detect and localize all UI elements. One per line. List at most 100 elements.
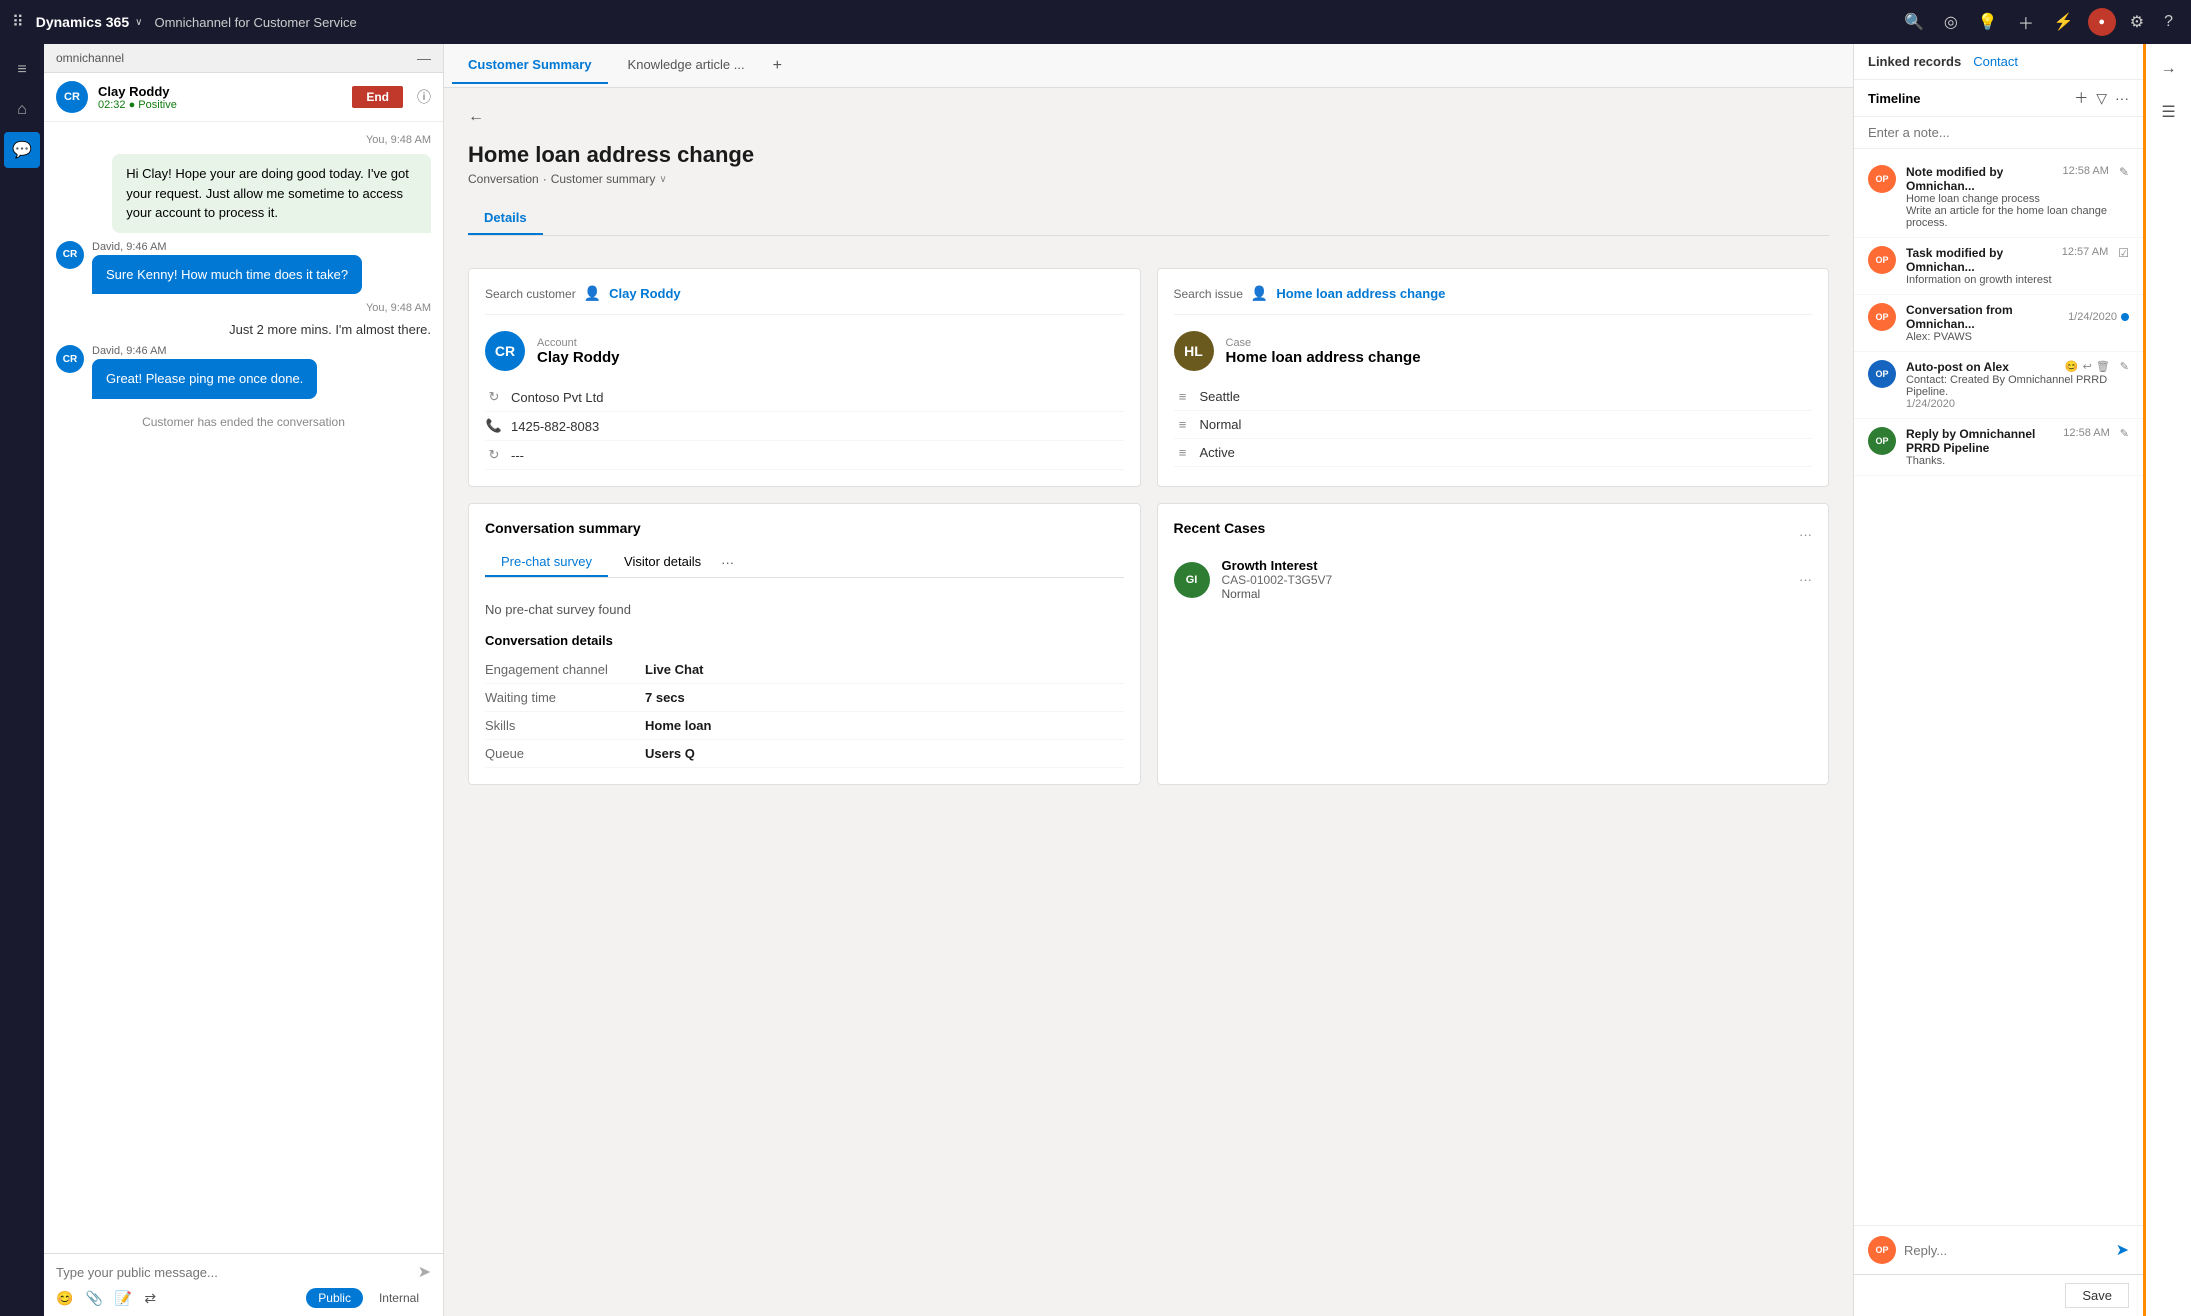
customer-company-row: ↻ Contoso Pvt Ltd <box>485 383 1124 412</box>
case-user-row: HL Case Home loan address change <box>1174 331 1813 371</box>
tl-time-3: 1/24/2020 <box>2068 311 2117 323</box>
add-icon[interactable]: ＋ <box>2018 10 2034 34</box>
tab-customer-summary[interactable]: Customer Summary <box>452 47 608 84</box>
brand-logo[interactable]: Dynamics 365 ∨ <box>36 14 143 30</box>
skills-value: Home loan <box>645 718 711 733</box>
tl-action-5[interactable]: ✎ <box>2120 427 2129 467</box>
recent-cases-card: Recent Cases ··· GI Growth Interest CAS-… <box>1157 503 1830 785</box>
reply-send-icon[interactable]: ➤ <box>2116 1240 2129 1260</box>
tl-delete-4[interactable]: 🗑 <box>2096 360 2110 373</box>
breadcrumb-chevron-icon: ∨ <box>659 174 666 185</box>
tl-avatar-1: OP <box>1868 165 1896 193</box>
visitor-details-tab[interactable]: Visitor details <box>608 548 717 577</box>
message-bubble-4: Great! Please ping me once done. <box>92 359 317 399</box>
user-avatar[interactable]: ● <box>2088 8 2116 36</box>
message-timestamp-1: You, 9:48 AM <box>56 134 431 146</box>
no-survey-text: No pre-chat survey found <box>485 594 1124 633</box>
far-right-list-icon[interactable]: ☰ <box>2153 94 2183 130</box>
linked-records-contact[interactable]: Contact <box>1973 54 2018 69</box>
tab-knowledge-article[interactable]: Knowledge article ... <box>612 47 761 84</box>
recent-cases-more[interactable]: ··· <box>1799 527 1812 542</box>
reply-input[interactable] <box>1904 1243 2116 1258</box>
favorites-icon[interactable]: ◎ <box>1944 12 1958 32</box>
conversation-panel: omnichannel — CR Clay Roddy 02:32 ● Posi… <box>44 44 444 1316</box>
note-input-area <box>1854 117 2143 149</box>
question-icon[interactable]: ? <box>2164 13 2173 31</box>
case-avatar: HL <box>1174 331 1214 371</box>
breadcrumb: Conversation · Customer summary ∨ <box>468 172 1829 186</box>
message-2: CR David, 9:46 AM Sure Kenny! How much t… <box>56 241 431 295</box>
side-home-icon[interactable]: ⌂ <box>4 92 40 128</box>
kb-icon[interactable]: 📝 <box>115 1290 132 1307</box>
message-avatar-cr: CR <box>56 241 84 269</box>
conversation-collapse-icon[interactable]: — <box>417 50 431 66</box>
side-chat-icon[interactable]: 💬 <box>4 132 40 168</box>
end-button[interactable]: End <box>352 86 403 108</box>
reply-row: OP ➤ <box>1868 1236 2129 1264</box>
location-icon: ≡ <box>1174 389 1192 404</box>
tl-content-3: Conversation from Omnichan... 1/24/2020 … <box>1906 303 2129 343</box>
tl-title-4: Auto-post on Alex <box>1906 360 2009 374</box>
search-issue-label: Search issue <box>1174 287 1243 301</box>
far-right-sidebar: → ☰ <box>2143 44 2191 1316</box>
settings-icon[interactable]: ⚙ <box>2130 12 2144 32</box>
chat-input[interactable] <box>56 1265 410 1280</box>
case-location: Seattle <box>1200 389 1240 404</box>
app-menu-icon[interactable]: ⠿ <box>12 12 24 32</box>
contact-meta: 02:32 ● Positive <box>98 99 342 111</box>
attachment-icon[interactable]: 📎 <box>85 1290 102 1307</box>
tabs-bar: Customer Summary Knowledge article ... + <box>444 44 1853 88</box>
case-priority: Normal <box>1200 417 1242 432</box>
tl-title-row-4: Auto-post on Alex 😊 ↩ 🗑 <box>1906 360 2110 374</box>
far-right-expand-icon[interactable]: → <box>2153 52 2185 86</box>
timeline-add-icon[interactable]: ＋ <box>2074 88 2088 108</box>
send-icon[interactable]: ➤ <box>418 1262 431 1282</box>
internal-mode-button[interactable]: Internal <box>367 1288 431 1308</box>
tl-reply-4[interactable]: ↩ <box>2083 360 2092 373</box>
save-button[interactable]: Save <box>2065 1283 2129 1308</box>
case-item-more[interactable]: ··· <box>1799 572 1812 587</box>
message-timestamp-3: You, 9:48 AM <box>56 302 431 314</box>
tl-action-1[interactable]: ✎ <box>2119 165 2129 229</box>
conv-tabs-more[interactable]: ··· <box>721 555 734 570</box>
help-tips-icon[interactable]: 💡 <box>1978 12 1998 32</box>
customer-phone: 1425-882-8083 <box>511 419 599 434</box>
reply-area: OP ➤ <box>1854 1225 2143 1274</box>
pre-chat-survey-tab[interactable]: Pre-chat survey <box>485 548 608 577</box>
chat-input-row: ➤ <box>56 1262 431 1282</box>
case-card: Search issue 👤 Home loan address change … <box>1157 268 1830 487</box>
tl-date-4: 1/24/2020 <box>1906 398 2110 410</box>
timeline-filter-icon[interactable]: ▽ <box>2096 90 2107 107</box>
side-menu-icon[interactable]: ≡ <box>4 52 40 88</box>
message-4: CR David, 9:46 AM Great! Please ping me … <box>56 345 431 399</box>
tl-emoji-4[interactable]: 😊 <box>2065 360 2079 373</box>
tl-content-5: Reply by Omnichannel PRRD Pipeline 12:58… <box>1906 427 2110 467</box>
filter-icon[interactable]: ⚡ <box>2054 12 2074 32</box>
customer-extra-row: ↻ --- <box>485 441 1124 470</box>
add-tab-button[interactable]: + <box>765 49 790 83</box>
tl-title-row-1: Note modified by Omnichan... 12:58 AM <box>1906 165 2109 193</box>
details-tab[interactable]: Details <box>468 202 543 235</box>
cards-row: Search customer 👤 Clay Roddy CR Account … <box>468 268 1829 487</box>
public-mode-button[interactable]: Public <box>306 1288 363 1308</box>
message-1: Hi Clay! Hope your are doing good today.… <box>56 154 431 233</box>
note-input[interactable] <box>1868 125 2129 140</box>
message-3: Just 2 more mins. I'm almost there. <box>56 322 431 337</box>
info-icon[interactable]: ⓘ <box>417 87 431 107</box>
tl-subtitle-5: Thanks. <box>1906 455 2110 467</box>
tl-title-row-2: Task modified by Omnichan... 12:57 AM <box>1906 246 2108 274</box>
breadcrumb-customer-summary[interactable]: Customer summary <box>551 172 656 186</box>
transfer-icon[interactable]: ⇄ <box>144 1290 156 1307</box>
emoji-icon[interactable]: 😊 <box>56 1290 73 1307</box>
customer-person-icon: 👤 <box>584 285 601 302</box>
search-icon[interactable]: 🔍 <box>1904 12 1924 32</box>
tl-avatar-3: OP <box>1868 303 1896 331</box>
customer-search-value[interactable]: Clay Roddy <box>609 286 681 301</box>
tl-action-2[interactable]: ☑ <box>2118 246 2129 286</box>
system-message: Customer has ended the conversation <box>56 407 431 437</box>
case-search-value[interactable]: Home loan address change <box>1276 286 1445 301</box>
account-label: Account <box>537 337 620 349</box>
back-button[interactable]: ← <box>468 108 484 126</box>
breadcrumb-conversation[interactable]: Conversation <box>468 172 539 186</box>
timeline-more-icon[interactable]: ··· <box>2115 90 2129 106</box>
